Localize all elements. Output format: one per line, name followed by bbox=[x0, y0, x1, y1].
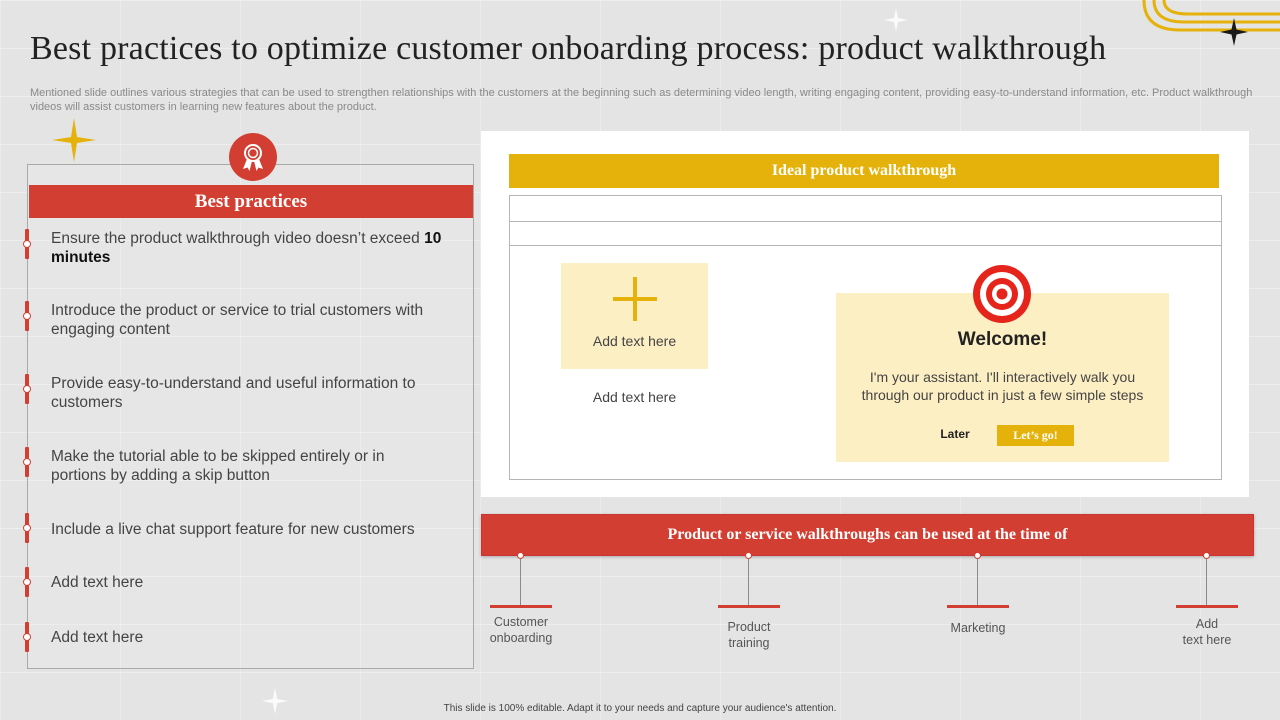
frame-divider bbox=[510, 245, 1221, 246]
usage-item-label: Product training bbox=[727, 620, 771, 650]
timeline-marker bbox=[23, 567, 31, 597]
target-icon bbox=[973, 265, 1031, 323]
list-item-text: Provide easy-to-understand and useful in… bbox=[51, 375, 416, 411]
welcome-message: I'm your assistant. I'll interactively w… bbox=[861, 369, 1144, 403]
plus-icon bbox=[613, 277, 657, 321]
timeline-marker bbox=[23, 447, 31, 477]
frame-divider bbox=[510, 221, 1221, 222]
list-item-text: Include a live chat support feature for … bbox=[51, 521, 415, 538]
list-item-text: Ensure the product walkthrough video doe… bbox=[51, 230, 442, 266]
footer-note: This slide is 100% editable. Adapt it to… bbox=[443, 703, 837, 714]
later-button[interactable]: Later bbox=[925, 427, 985, 441]
usage-item-label: Add text here bbox=[1182, 617, 1232, 647]
usage-item-label: Customer onboarding bbox=[489, 615, 553, 645]
tile-text: Add text here bbox=[592, 333, 677, 349]
award-ribbon-icon bbox=[229, 133, 277, 181]
lets-go-button[interactable]: Let’s go! bbox=[997, 425, 1074, 446]
best-practices-header: Best practices bbox=[29, 185, 473, 218]
walkthrough-usage-header: Product or service walkthroughs can be u… bbox=[481, 514, 1254, 556]
sparkle-star-icon bbox=[884, 8, 908, 32]
timeline-marker bbox=[23, 513, 31, 543]
page-title: Best practices to optimize customer onbo… bbox=[30, 30, 1107, 67]
list-item-text: Add text here bbox=[51, 574, 144, 591]
list-item-text: Make the tutorial able to be skipped ent… bbox=[51, 448, 385, 484]
page-subtitle: Mentioned slide outlines various strateg… bbox=[30, 87, 1253, 113]
ideal-walkthrough-header: Ideal product walkthrough bbox=[509, 154, 1219, 188]
timeline-marker bbox=[23, 229, 31, 259]
list-item-text: Introduce the product or service to tria… bbox=[51, 302, 424, 338]
list-item-text: Add text here bbox=[51, 629, 144, 646]
timeline-marker bbox=[23, 301, 31, 331]
welcome-title: Welcome! bbox=[957, 329, 1048, 350]
usage-item-label: Marketing bbox=[950, 621, 1006, 635]
timeline-marker bbox=[23, 374, 31, 404]
below-tile-text: Add text here bbox=[592, 389, 677, 405]
timeline-marker bbox=[23, 622, 31, 652]
sparkle-star-icon bbox=[52, 118, 96, 162]
